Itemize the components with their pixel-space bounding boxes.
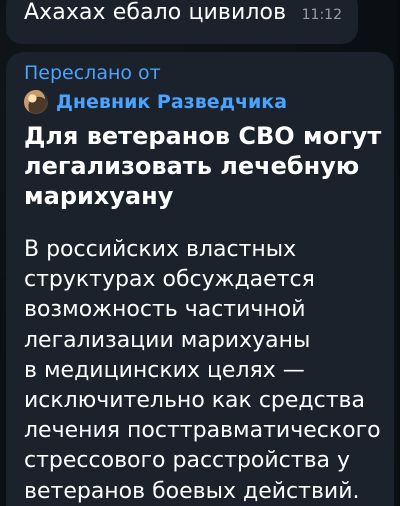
message-bubble-top[interactable]: Ахахах ебало цивилов 11:12 <box>6 0 358 44</box>
edge-shadow <box>394 0 400 506</box>
message-timestamp: 11:12 <box>301 7 342 23</box>
forwarded-message-bubble[interactable]: Переслано от Дневник Разведчика Для вете… <box>6 52 394 506</box>
channel-avatar-icon <box>24 90 48 114</box>
chat-screen: Ахахах ебало цивилов 11:12 Переслано от … <box>0 0 400 506</box>
channel-name: Дневник Разведчика <box>56 91 288 113</box>
message-title: Для ветеранов СВО могут легализовать леч… <box>24 122 382 210</box>
forwarded-from-label: Переслано от <box>24 62 161 84</box>
message-text: Ахахах ебало цивилов <box>24 0 287 25</box>
forwarded-channel[interactable]: Дневник Разведчика <box>24 89 287 115</box>
message-body: В российских властных структурах обсужда… <box>24 237 381 504</box>
